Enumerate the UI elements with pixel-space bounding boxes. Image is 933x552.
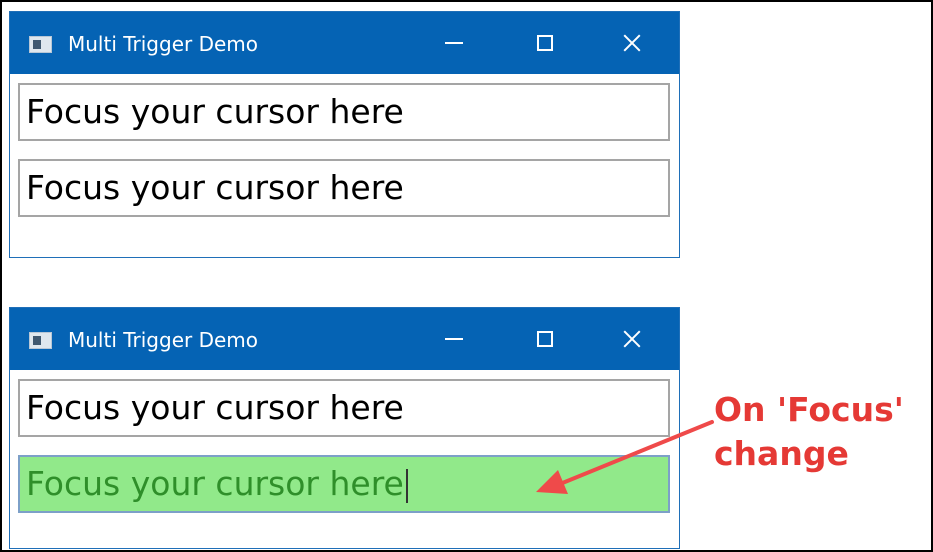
title-bar[interactable]: Multi Trigger Demo (10, 308, 679, 370)
annotation-line-2: change (714, 434, 849, 473)
textbox-text: Focus your cursor here (26, 168, 404, 207)
maximize-icon (537, 331, 553, 347)
minimize-button[interactable] (437, 322, 471, 356)
text-caret (405, 468, 408, 503)
app-window-icon (29, 332, 52, 349)
annotation-text: On 'Focus' change (714, 388, 904, 476)
title-bar[interactable]: Multi Trigger Demo (10, 12, 679, 74)
close-button[interactable] (615, 26, 649, 60)
textbox-1[interactable]: Focus your cursor here (18, 83, 670, 141)
window-title: Multi Trigger Demo (68, 32, 258, 56)
window-title: Multi Trigger Demo (68, 328, 258, 352)
maximize-icon (537, 35, 553, 51)
minimize-icon (445, 338, 463, 340)
close-button[interactable] (615, 322, 649, 356)
maximize-button[interactable] (528, 322, 562, 356)
minimize-icon (445, 42, 463, 44)
textbox-2[interactable]: Focus your cursor here (18, 159, 670, 217)
textbox-text: Focus your cursor here (26, 92, 404, 131)
textbox-text: Focus your cursor here (26, 464, 404, 503)
minimize-button[interactable] (437, 26, 471, 60)
window-before-focus: Multi Trigger Demo Focus your cursor her… (9, 11, 680, 258)
maximize-button[interactable] (528, 26, 562, 60)
screenshot-frame: Multi Trigger Demo Focus your cursor her… (0, 0, 933, 552)
textbox-text: Focus your cursor here (26, 388, 404, 427)
annotation-line-1: On 'Focus' (714, 390, 904, 429)
annotation-arrow-icon (536, 420, 714, 494)
app-window-icon (29, 36, 52, 53)
